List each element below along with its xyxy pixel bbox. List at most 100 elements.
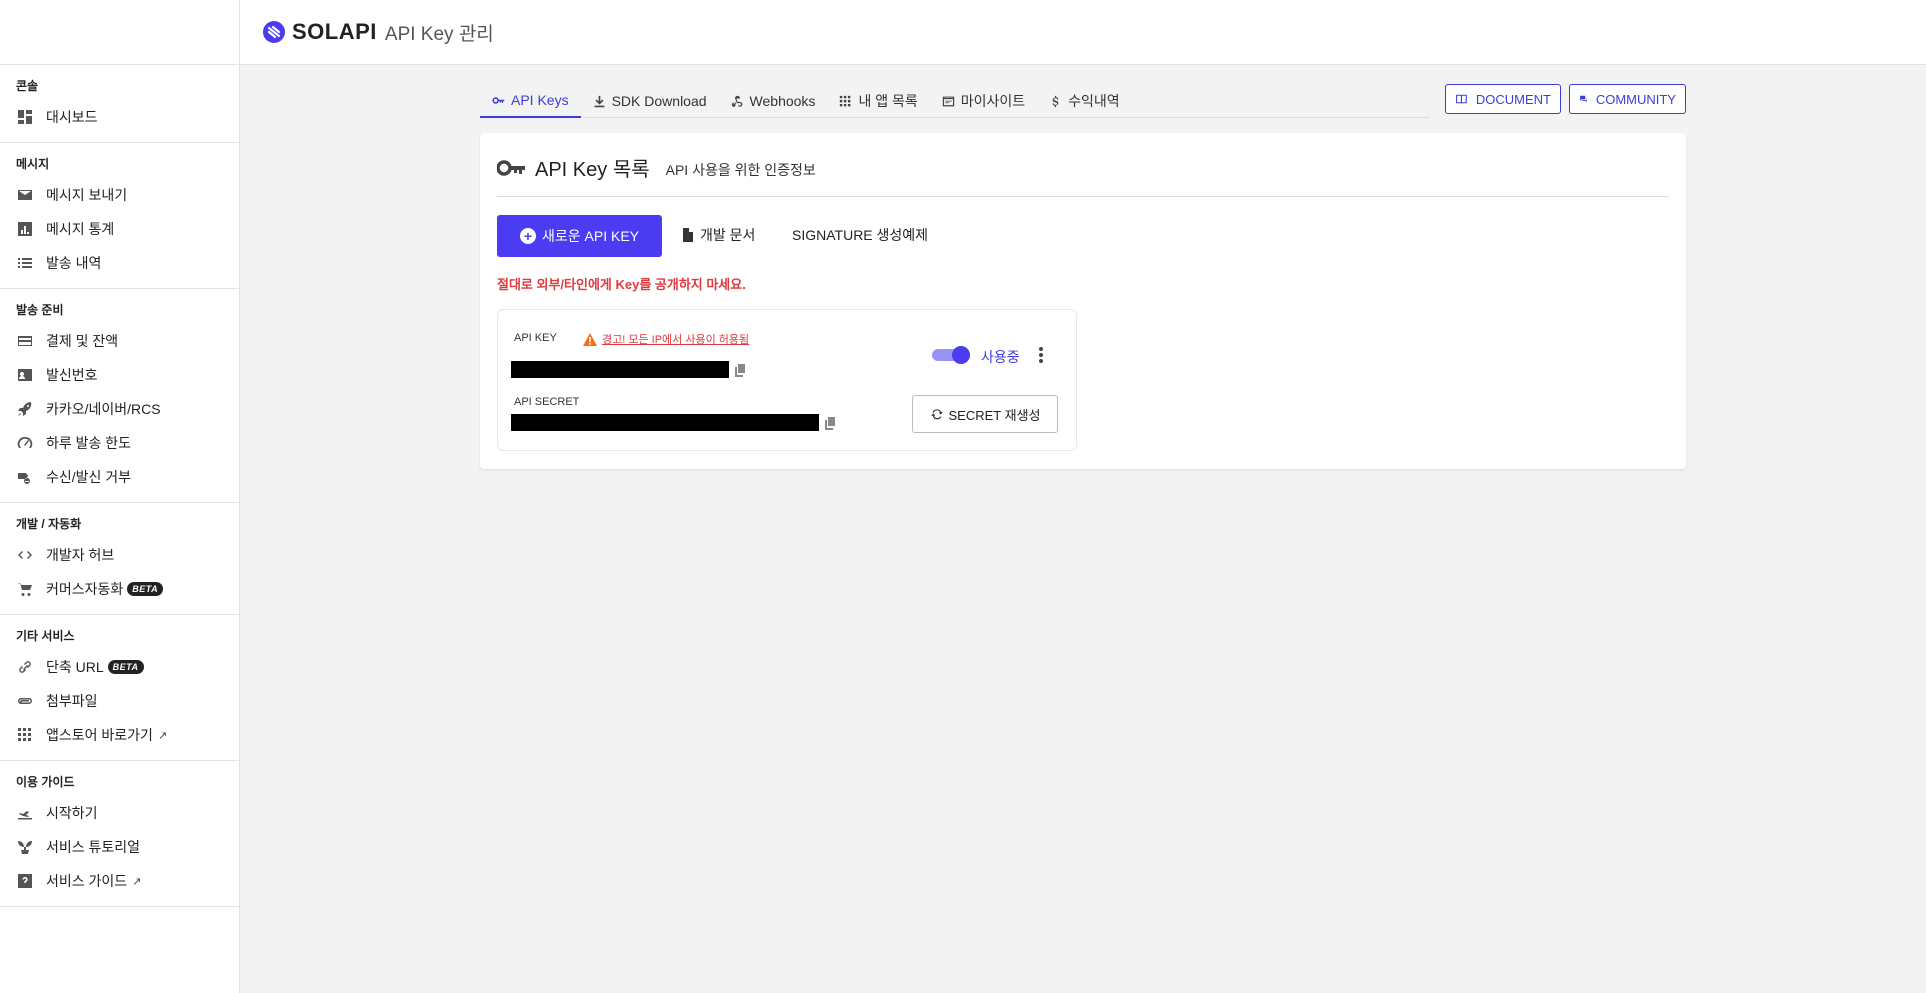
sidebar-item[interactable]: 커머스자동화 BETA [0,572,239,606]
new-api-key-label: 새로운 API KEY [542,228,639,244]
sidebar-item-label: 메시지 보내기 [46,187,128,203]
document-button-label: DOCUMENT [1475,91,1551,107]
tab-bar: API Keys SDK Download Webhooks 내 앱 목록 마이사이트 수… [480,84,1430,118]
block-icon [16,468,34,486]
contact-card-icon [16,366,34,384]
warning-icon [583,332,597,346]
tab-apps[interactable]: 내 앱 목록 [827,84,929,118]
api-key-value-masked [511,361,729,378]
sidebar-section-title: 개발 / 자동화 [16,517,82,531]
sidebar-item-label: 단축 URL [46,659,104,675]
api-secret-value-masked [511,414,819,431]
tab-label: SDK Download [611,93,707,109]
takeoff-icon [16,804,34,822]
community-button[interactable]: COMMUNITY [1569,84,1686,114]
tab-label: Webhooks [749,93,816,109]
document-button[interactable]: DOCUMENT [1445,84,1561,114]
sidebar-section-title: 이용 가이드 [16,775,75,789]
ip-warning-label: 경고! 모든 IP에서 사용이 허용됨 [602,334,750,346]
more-options-icon[interactable] [1034,344,1048,366]
cart-icon [16,580,34,598]
code-icon [16,546,34,564]
api-key-label: API KEY [514,332,557,344]
ip-warning-link[interactable]: 경고! 모든 IP에서 사용이 허용됨 [583,331,749,347]
tab-label: 수익내역 [1068,93,1120,109]
dev-doc-link[interactable]: 개발 문서 [682,225,755,245]
copy-api-key-icon[interactable] [735,364,747,377]
sidebar-item[interactable]: 단축 URL BETA [0,650,239,684]
sidebar-item[interactable]: 카카오/네이버/RCS [0,392,239,426]
sidebar-section-title: 발송 준비 [16,303,64,317]
dollar-icon [1049,95,1062,108]
credit-card-icon [16,332,34,350]
sidebar-item[interactable]: 수신/발신 거부 [0,460,239,494]
sidebar-section: 이용 가이드시작하기서비스 튜토리얼 서비스 가이드 ↗ [0,761,239,907]
sidebar-item-label: 발신번호 [46,367,98,383]
api-secret-label: API SECRET [514,396,580,408]
page-title: API Key 관리 [384,23,494,45]
tab-key[interactable]: API Keys [480,84,581,118]
tab-label: 마이사이트 [960,93,1026,109]
sidebar-section: 메시지메시지 보내기메시지 통계발송 내역 [0,143,239,289]
sidebar-item-label: 개발자 허브 [46,547,115,563]
regenerate-secret-label: SECRET 재생성 [948,407,1041,423]
sidebar-section-title: 콘솔 [16,79,39,93]
copy-api-secret-icon[interactable] [825,417,837,430]
api-key-item: API KEY 경고! 모든 IP에서 사용이 허용됨 API SECRET 사… [497,309,1077,451]
dev-doc-label: 개발 문서 [700,227,756,243]
beta-badge: BETA [127,582,164,596]
sidebar-item-label: 시작하기 [46,805,98,821]
sidebar-section-title: 메시지 [16,157,50,171]
sidebar-section: 발송 준비결제 및 잔액발신번호카카오/네이버/RCS 하루 발송 한도수신/발신… [0,289,239,503]
key-icon [497,159,525,176]
sidebar-item[interactable]: 대시보드 [0,100,239,134]
chat-icon [1580,95,1587,103]
sidebar-item[interactable]: 앱스토어 바로가기 ↗ [0,718,239,752]
help-icon [16,872,34,890]
sidebar-item[interactable]: 메시지 통계 [0,212,239,246]
sidebar-item[interactable]: 발신번호 [0,358,239,392]
solapi-logo-icon [263,21,285,43]
logo[interactable]: SOLAPI API Key 관리 [262,19,494,46]
tab-label: API Keys [511,92,569,108]
sidebar-section-title: 기타 서비스 [16,629,75,643]
sidebar-item-label: 수신/발신 거부 [46,469,132,485]
sidebar-item[interactable]: 첨부파일 [0,684,239,718]
sidebar-item[interactable]: 개발자 허브 [0,538,239,572]
tab-download[interactable]: SDK Download [581,84,719,118]
sidebar-item-label: 대시보드 [46,109,98,125]
sidebar-item[interactable]: 하루 발송 한도 [0,426,239,460]
key-icon [492,94,505,107]
new-api-key-button[interactable]: + 새로운 API KEY [497,215,662,257]
key-status-toggle[interactable] [932,346,970,364]
sidebar-item-label: 메시지 통계 [46,221,115,237]
tab-dollar[interactable]: 수익내역 [1037,84,1132,118]
webhook-icon [731,95,744,108]
list-icon [16,254,34,272]
sidebar: 콘솔 대시보드 메시지 메시지 보내기 메시지 통계 발송 내역 발송 준비 결제 및 잔액 발… [0,0,240,993]
sidebar-item[interactable]: 서비스 튜토리얼 [0,830,239,864]
community-button-label: COMMUNITY [1595,91,1676,107]
plus-circle-icon: + [520,228,536,244]
bar-chart-icon [16,220,34,238]
sidebar-item[interactable]: 발송 내역 [0,246,239,280]
document-icon [683,228,693,242]
card-subtitle: API 사용을 위한 인증정보 [665,161,816,178]
dashboard-icon [16,108,34,126]
external-link-icon: ↗ [132,875,142,888]
sidebar-item[interactable]: 시작하기 [0,796,239,830]
mail-icon [16,186,34,204]
signature-example-link[interactable]: SIGNATURE 생성예제 [792,225,928,245]
regenerate-secret-button[interactable]: SECRET 재생성 [912,395,1058,433]
sidebar-section: 개발 / 자동화개발자 허브커머스자동화 BETA [0,503,239,615]
sidebar-item[interactable]: 결제 및 잔액 [0,324,239,358]
tab-webhook[interactable]: Webhooks [719,84,828,118]
tab-browser[interactable]: 마이사이트 [930,84,1037,118]
sidebar-item-label: 카카오/네이버/RCS [46,401,161,417]
sidebar-item[interactable]: 메시지 보내기 [0,178,239,212]
speedometer-icon [16,434,34,452]
sidebar-section: 콘솔대시보드 [0,65,239,143]
sidebar-item[interactable]: 서비스 가이드 ↗ [0,864,239,898]
divider [497,196,1669,197]
top-bar: SOLAPI API Key 관리 [240,0,1926,65]
